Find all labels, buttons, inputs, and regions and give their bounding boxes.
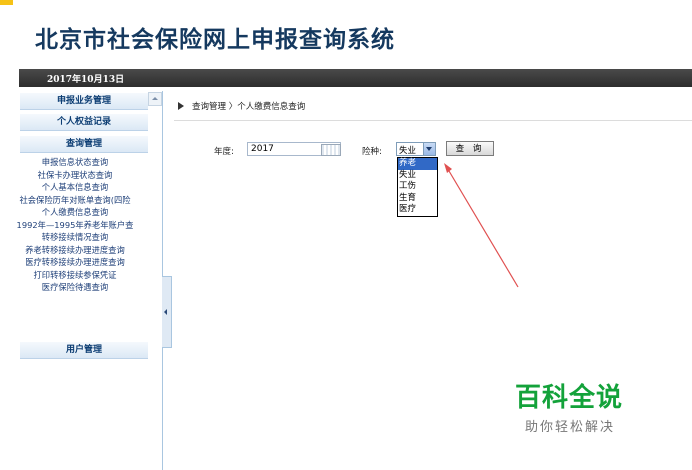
arrow-line	[448, 170, 519, 288]
watermark-subtitle: 助你轻松解决	[525, 420, 616, 435]
arrow-head	[444, 163, 452, 173]
watermark-title: 百科全说	[515, 383, 624, 413]
